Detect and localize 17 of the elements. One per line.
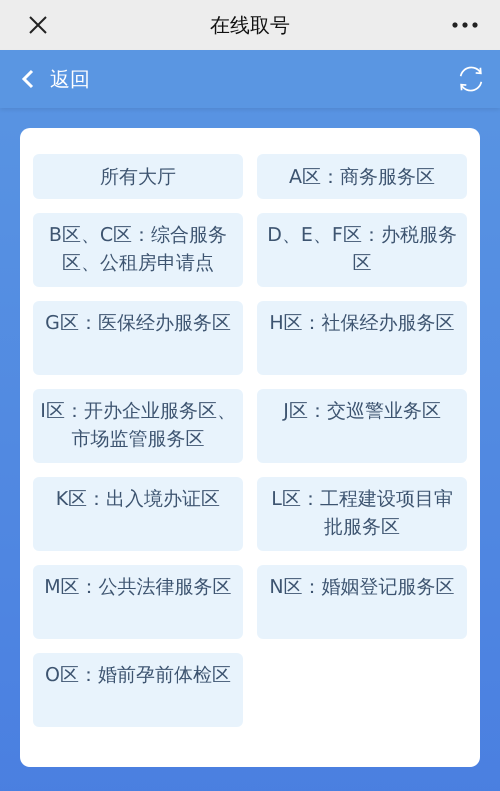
hall-button[interactable]: O区：婚前孕前体检区 xyxy=(33,653,243,727)
hall-button[interactable]: J区：交巡警业务区 xyxy=(257,389,467,463)
hall-button[interactable]: B区、C区：综合服务区、公租房申请点 xyxy=(33,213,243,287)
hall-button[interactable]: L区：工程建设项目审批服务区 xyxy=(257,477,467,551)
page-title: 在线取号 xyxy=(210,12,290,38)
hall-button[interactable]: M区：公共法律服务区 xyxy=(33,565,243,639)
back-icon xyxy=(22,69,34,89)
hall-button[interactable]: K区：出入境办证区 xyxy=(33,477,243,551)
hall-button[interactable]: N区：婚姻登记服务区 xyxy=(257,565,467,639)
hall-button[interactable]: A区：商务服务区 xyxy=(257,154,467,199)
hall-button[interactable]: H区：社保经办服务区 xyxy=(257,301,467,375)
close-icon[interactable] xyxy=(28,15,48,35)
hall-button[interactable]: I区：开办企业服务区、市场监管服务区 xyxy=(33,389,243,463)
more-icon[interactable] xyxy=(452,22,478,28)
hall-button[interactable]: D、E、F区：办税服务区 xyxy=(257,213,467,287)
hall-button[interactable]: G区：医保经办服务区 xyxy=(33,301,243,375)
hall-button[interactable]: 所有大厅 xyxy=(33,154,243,199)
